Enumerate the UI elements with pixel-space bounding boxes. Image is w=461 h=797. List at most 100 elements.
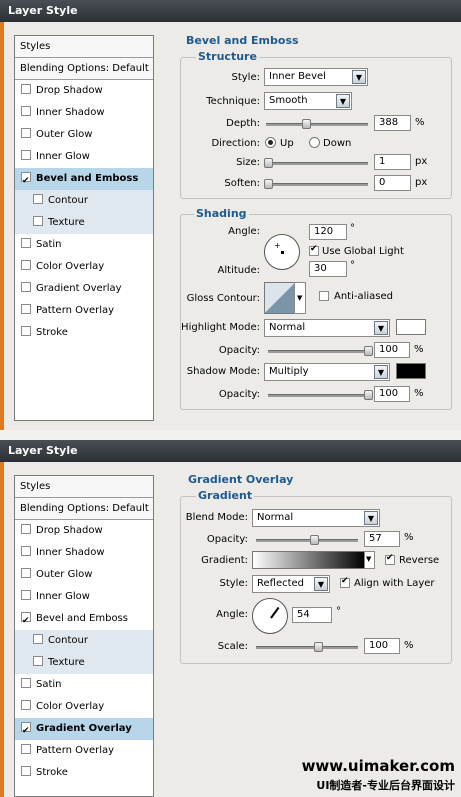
style-item-texture[interactable]: Texture (15, 652, 153, 674)
chevron-down-icon[interactable]: ▼ (374, 365, 388, 379)
styles-header[interactable]: Styles (15, 476, 153, 498)
depth-input[interactable]: 388 (374, 115, 411, 131)
gradient-style-select[interactable]: Reflected ▼ (252, 575, 330, 593)
style-checkbox[interactable] (33, 634, 43, 644)
depth-slider[interactable] (266, 119, 368, 129)
style-item-drop-shadow[interactable]: Drop Shadow (15, 80, 153, 102)
style-item-color-overlay[interactable]: Color Overlay (15, 256, 153, 278)
shadow-opacity-thumb[interactable] (364, 390, 373, 400)
chevron-down-icon[interactable]: ▼ (374, 321, 388, 335)
styles-header[interactable]: Styles (15, 36, 153, 58)
highlight-opacity-input[interactable]: 100 (374, 342, 410, 358)
chevron-down-icon[interactable]: ▼ (366, 555, 371, 563)
style-item-contour[interactable]: Contour (15, 190, 153, 212)
style-checkbox[interactable] (21, 678, 31, 688)
style-item-bevel-and-emboss[interactable]: Bevel and Emboss (15, 168, 153, 192)
blend-mode-select[interactable]: Normal ▼ (252, 509, 380, 527)
chevron-down-icon[interactable]: ▼ (297, 294, 302, 302)
shadow-opacity-input[interactable]: 100 (374, 386, 410, 402)
shadow-mode-select[interactable]: Multiply ▼ (264, 363, 390, 381)
style-checkbox[interactable] (33, 216, 43, 226)
altitude-input[interactable]: 30 (309, 261, 347, 277)
style-checkbox[interactable] (21, 610, 31, 632)
highlight-opacity-slider[interactable] (268, 346, 373, 356)
gradient-preview[interactable] (252, 551, 366, 569)
style-checkbox[interactable] (33, 194, 43, 204)
align-with-layer-checkbox[interactable] (340, 576, 350, 588)
style-item-bevel-and-emboss[interactable]: Bevel and Emboss (15, 608, 153, 632)
soften-slider-thumb[interactable] (264, 179, 273, 189)
style-checkbox[interactable] (21, 720, 31, 742)
shading-angle-input[interactable]: 120 (309, 224, 347, 240)
chevron-down-icon[interactable]: ▼ (314, 577, 328, 591)
style-checkbox[interactable] (21, 304, 31, 314)
blending-options-item[interactable]: Blending Options: Default (15, 58, 153, 80)
gradient-angle-input[interactable]: 54 (292, 607, 332, 623)
style-item-drop-shadow[interactable]: Drop Shadow (15, 520, 153, 542)
style-item-inner-shadow[interactable]: Inner Shadow (15, 542, 153, 564)
style-item-color-overlay[interactable]: Color Overlay (15, 696, 153, 718)
scale-slider-thumb[interactable] (314, 642, 323, 652)
style-item-satin[interactable]: Satin (15, 674, 153, 696)
gradient-angle-dial[interactable] (252, 598, 288, 634)
shadow-color-swatch[interactable] (396, 363, 426, 379)
reverse-checkbox[interactable] (385, 553, 395, 565)
scale-slider[interactable] (256, 642, 358, 652)
gradient-dropdown[interactable]: ▼ (364, 551, 375, 569)
style-item-gradient-overlay[interactable]: Gradient Overlay (15, 278, 153, 300)
style-item-inner-glow[interactable]: Inner Glow (15, 146, 153, 168)
global-light-checkbox[interactable] (309, 244, 319, 256)
chevron-down-icon[interactable]: ▼ (336, 94, 350, 108)
highlight-color-swatch[interactable] (396, 319, 426, 335)
style-checkbox[interactable] (21, 524, 31, 534)
chevron-down-icon[interactable]: ▼ (364, 511, 378, 525)
size-input[interactable]: 1 (374, 154, 411, 170)
size-slider-thumb[interactable] (264, 158, 273, 168)
style-checkbox[interactable] (21, 744, 31, 754)
style-select[interactable]: Inner Bevel ▼ (264, 68, 368, 86)
chevron-down-icon[interactable]: ▼ (352, 70, 366, 84)
technique-select[interactable]: Smooth ▼ (264, 92, 352, 110)
style-item-inner-glow[interactable]: Inner Glow (15, 586, 153, 608)
angle-dial[interactable]: + (264, 234, 300, 270)
style-checkbox[interactable] (21, 700, 31, 710)
style-item-satin[interactable]: Satin (15, 234, 153, 256)
style-checkbox[interactable] (21, 590, 31, 600)
size-slider[interactable] (264, 158, 368, 168)
style-item-pattern-overlay[interactable]: Pattern Overlay (15, 740, 153, 762)
style-checkbox[interactable] (21, 170, 31, 192)
highlight-opacity-thumb[interactable] (364, 346, 373, 356)
depth-slider-thumb[interactable] (302, 119, 311, 129)
style-item-stroke[interactable]: Stroke (15, 762, 153, 784)
style-item-pattern-overlay[interactable]: Pattern Overlay (15, 300, 153, 322)
anti-aliased-checkbox[interactable] (319, 291, 329, 301)
soften-slider[interactable] (264, 179, 368, 189)
style-checkbox[interactable] (21, 326, 31, 336)
style-item-outer-glow[interactable]: Outer Glow (15, 124, 153, 146)
direction-up-radio[interactable] (265, 137, 276, 148)
style-checkbox[interactable] (21, 128, 31, 138)
direction-down-radio[interactable] (309, 137, 320, 148)
shadow-opacity-slider[interactable] (268, 390, 373, 400)
soften-input[interactable]: 0 (374, 175, 411, 191)
style-checkbox[interactable] (21, 150, 31, 160)
bottom-title-bar[interactable]: Layer Style (0, 440, 461, 462)
style-checkbox[interactable] (21, 260, 31, 270)
scale-input[interactable]: 100 (364, 638, 400, 654)
top-title-bar[interactable]: Layer Style (0, 0, 461, 22)
opacity-slider[interactable] (256, 535, 358, 545)
gloss-contour-dropdown[interactable]: ▼ (294, 282, 306, 314)
style-checkbox[interactable] (21, 568, 31, 578)
style-checkbox[interactable] (21, 106, 31, 116)
style-checkbox[interactable] (21, 84, 31, 94)
style-checkbox[interactable] (21, 546, 31, 556)
style-checkbox[interactable] (33, 656, 43, 666)
style-item-outer-glow[interactable]: Outer Glow (15, 564, 153, 586)
style-checkbox[interactable] (21, 766, 31, 776)
opacity-slider-thumb[interactable] (310, 535, 319, 545)
style-item-gradient-overlay[interactable]: Gradient Overlay (15, 718, 153, 742)
highlight-mode-select[interactable]: Normal ▼ (264, 319, 390, 337)
style-item-stroke[interactable]: Stroke (15, 322, 153, 344)
style-item-contour[interactable]: Contour (15, 630, 153, 652)
style-item-texture[interactable]: Texture (15, 212, 153, 234)
